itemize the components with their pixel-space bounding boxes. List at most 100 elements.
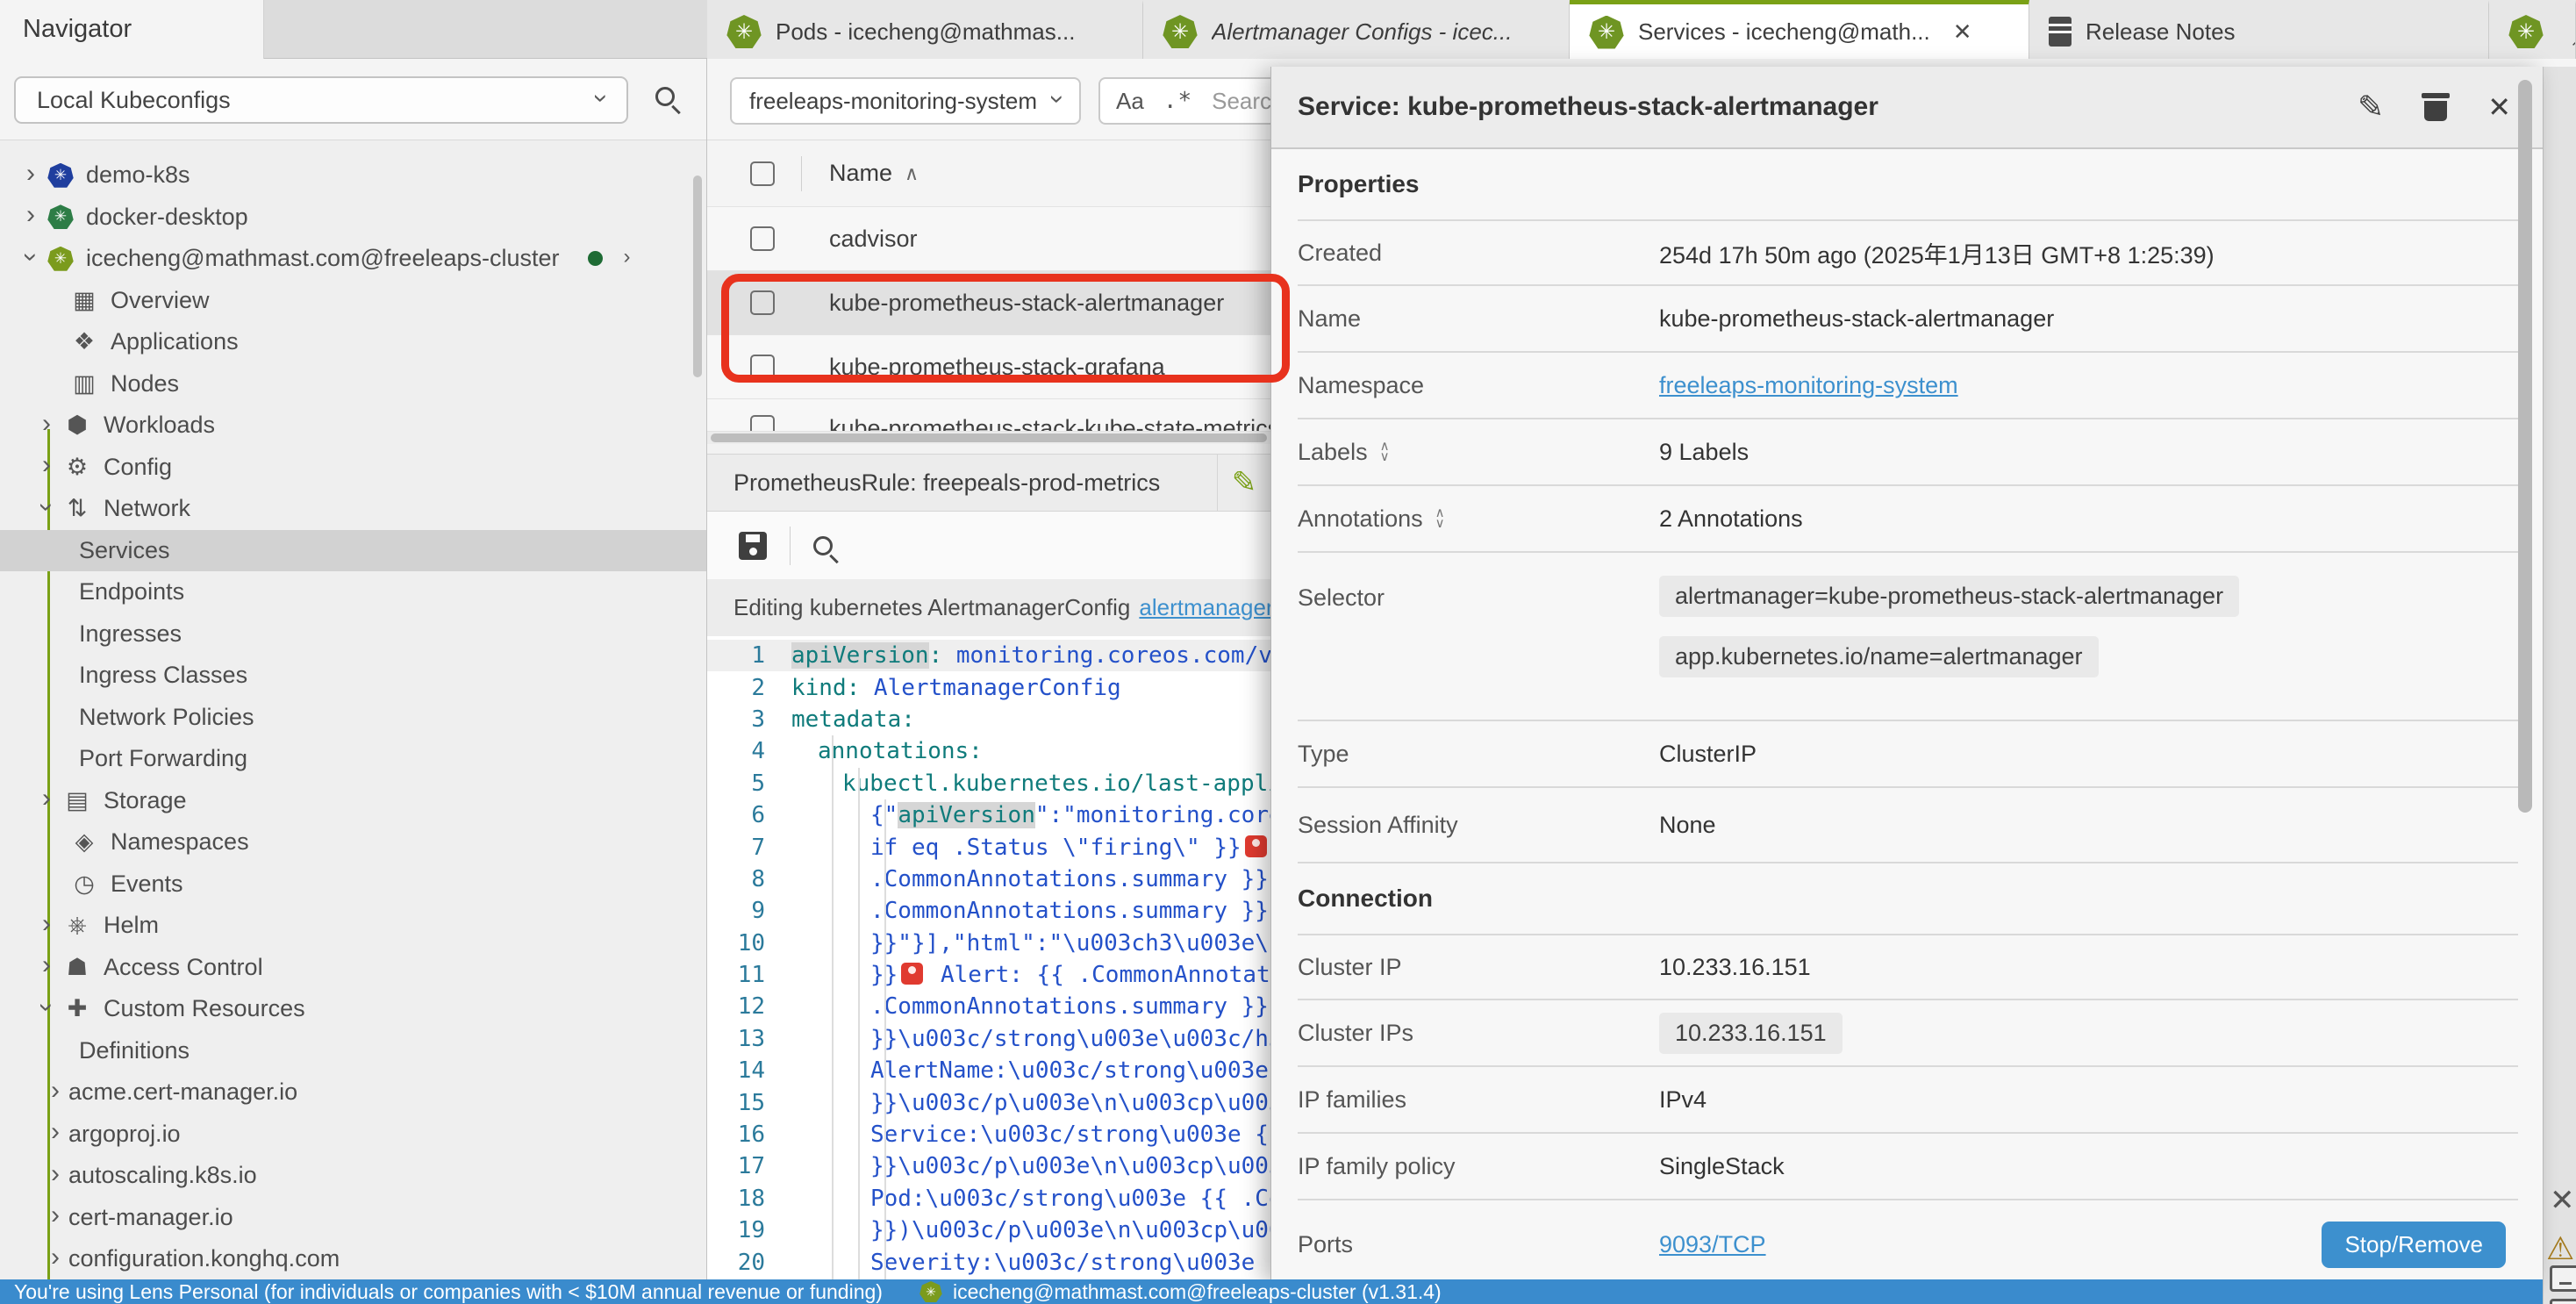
notification-icon[interactable] — [2550, 1299, 2576, 1304]
kubernetes-icon: ✳ — [726, 15, 762, 48]
sidebar-item-access-control[interactable]: ›☗Access Control — [0, 947, 706, 989]
table-horizontal-scrollbar[interactable] — [707, 432, 1270, 444]
sidebar-scrollbar[interactable] — [693, 176, 702, 377]
right-edge-strip — [2543, 67, 2576, 1304]
sidebar-item-cert-manager-io[interactable]: ›cert-manager.io — [0, 1197, 706, 1239]
sidebar-item-ingress-classes[interactable]: Ingress Classes — [0, 655, 706, 697]
chevron-right-icon[interactable]: › — [26, 161, 35, 187]
tab-label: Services - icecheng@math... — [1638, 18, 1930, 46]
sidebar-item-config[interactable]: ›⚙Config — [0, 447, 706, 489]
sidebar-item-overview[interactable]: ▦Overview — [0, 280, 706, 322]
tab-partial[interactable]: ✳／ — [2489, 0, 2576, 59]
sidebar-item-services[interactable]: Services — [0, 530, 706, 572]
cluster-ip-badge: 10.233.16.151 — [1659, 1013, 1843, 1054]
chevron-right-icon[interactable]: › — [42, 411, 51, 437]
line-number: 3 — [707, 706, 791, 733]
sidebar-item-configuration-konghq-com[interactable]: ›configuration.konghq.com — [0, 1238, 706, 1279]
sidebar-item-docker-desktop[interactable]: ›✳docker-desktop — [0, 197, 706, 239]
sidebar-item-label: Workloads — [104, 412, 215, 439]
chevron-right-icon[interactable]: › — [42, 452, 51, 478]
sidebar-item-namespaces[interactable]: ◈Namespaces — [0, 821, 706, 863]
sidebar-item-nodes[interactable]: ▥Nodes — [0, 363, 706, 405]
editor-search-icon[interactable] — [813, 536, 833, 555]
expand-toggle-icon[interactable]: ∧∨ — [1435, 508, 1445, 529]
chevron-right-icon[interactable]: › — [42, 785, 51, 812]
row-checkbox[interactable] — [750, 415, 775, 432]
sidebar-item-network-policies[interactable]: Network Policies — [0, 697, 706, 739]
sidebar-item-argoproj-io[interactable]: › argoproj.io — [0, 1114, 706, 1156]
applications-icon: ❖ — [67, 328, 102, 355]
sidebar-item-events[interactable]: ◷Events — [0, 863, 706, 906]
sidebar-item-definitions[interactable]: Definitions — [0, 1030, 706, 1072]
alert-emoji-icon — [1245, 835, 1267, 857]
chevron-right-icon[interactable]: › — [42, 911, 51, 937]
edit-pencil-icon[interactable]: ✎ — [1218, 465, 1270, 500]
kubeconfig-select-value: Local Kubeconfigs — [37, 87, 231, 114]
sidebar-search-icon[interactable] — [655, 87, 675, 106]
dismiss-icon[interactable]: ✕ — [2550, 1183, 2575, 1218]
name-column-header[interactable]: Name ∧ — [829, 160, 919, 187]
active-cluster-status[interactable]: ✳ icecheng@mathmast.com@freeleaps-cluste… — [919, 1280, 1442, 1304]
tab-pods[interactable]: ✳Pods - icecheng@mathmas... — [707, 0, 1143, 59]
alertmanager-config-link[interactable]: alertmanager — [1139, 594, 1270, 621]
sidebar-item-label: argoproj.io — [68, 1121, 181, 1148]
namespace-link[interactable]: freeleaps-monitoring-system — [1659, 372, 1958, 399]
tab-label: Alertmanager Configs - icec... — [1212, 18, 1512, 46]
chevron-down-icon[interactable]: › — [33, 1003, 60, 1012]
detail-row-type: Type ClusterIP — [1298, 721, 2518, 788]
line-number: 20 — [707, 1250, 791, 1276]
chevron-right-icon[interactable]: › — [51, 1119, 60, 1145]
save-icon[interactable] — [739, 532, 767, 560]
sidebar-item-applications[interactable]: ❖Applications — [0, 321, 706, 363]
sidebar-item-label: Definitions — [79, 1037, 190, 1064]
sidebar-item-port-forwarding[interactable]: Port Forwarding — [0, 738, 706, 780]
select-all-checkbox[interactable] — [750, 161, 775, 186]
close-icon[interactable]: ✕ — [2487, 90, 2511, 124]
sidebar-item-icecheng-mathmast-com-freeleaps-cluster[interactable]: ›✳icecheng@mathmast.com@freeleaps-cluste… — [0, 238, 706, 280]
chevron-right-icon[interactable]: › — [624, 247, 631, 268]
warning-icon[interactable]: ⚠ — [2546, 1230, 2574, 1267]
sidebar-item-label: Events — [111, 871, 183, 898]
close-icon[interactable]: ✕ — [1953, 18, 1972, 46]
chevron-right-icon[interactable]: › — [51, 1202, 60, 1229]
sidebar-item-network[interactable]: ›⇅Network — [0, 488, 706, 530]
chevron-down-icon[interactable]: › — [18, 253, 44, 262]
port-link[interactable]: 9093/TCP — [1659, 1231, 2322, 1258]
line-number: 8 — [707, 866, 791, 892]
sidebar-item-custom-resources[interactable]: ›✚Custom Resources — [0, 988, 706, 1030]
sidebar-item-ingresses[interactable]: Ingresses — [0, 613, 706, 656]
sidebar-item-storage[interactable]: ›▤Storage — [0, 780, 706, 822]
sidebar-item-autoscaling-k8s-io[interactable]: › autoscaling.k8s.io — [0, 1155, 706, 1197]
chevron-right-icon[interactable]: › — [51, 1078, 60, 1104]
tab-alertmanager[interactable]: ✳Alertmanager Configs - icec... — [1143, 0, 1570, 59]
expand-toggle-icon[interactable]: ∧∨ — [1380, 441, 1390, 462]
line-number: 4 — [707, 738, 791, 764]
red-annotation-box — [721, 274, 1290, 383]
document-icon — [2049, 17, 2072, 47]
sidebar-item-workloads[interactable]: ›⬢Workloads — [0, 405, 706, 447]
chevron-right-icon[interactable]: › — [51, 1244, 60, 1271]
sidebar-item-helm[interactable]: ›⎈Helm — [0, 905, 706, 947]
detail-row-namespace: Namespace freeleaps-monitoring-system — [1298, 353, 2518, 419]
license-notice: You're using Lens Personal (for individu… — [14, 1280, 883, 1304]
tab-services[interactable]: ✳Services - icecheng@math...✕ — [1570, 0, 2029, 60]
sidebar-item-acme-cert-manager-io[interactable]: ›acme.cert-manager.io — [0, 1071, 706, 1114]
chevron-right-icon[interactable]: › — [26, 202, 35, 228]
sidebar-item-label: autoscaling.k8s.io — [68, 1162, 257, 1189]
match-case-icon[interactable]: Aa — [1116, 88, 1144, 115]
chevron-right-icon[interactable]: › — [42, 952, 51, 978]
drawer-scrollbar[interactable] — [2518, 80, 2532, 813]
sidebar-item-demo-k8s[interactable]: ›✳demo-k8s — [0, 154, 706, 197]
kubeconfig-select[interactable]: Local Kubeconfigs › — [14, 76, 628, 124]
tab-release[interactable]: Release Notes — [2029, 0, 2489, 59]
regex-icon[interactable]: .* — [1163, 88, 1192, 114]
chevron-down-icon[interactable]: › — [33, 503, 60, 512]
delete-trash-icon[interactable] — [2424, 93, 2447, 121]
notification-icon[interactable] — [2550, 1265, 2576, 1292]
chevron-right-icon[interactable]: › — [51, 1161, 60, 1187]
stop-remove-button[interactable]: Stop/Remove — [2322, 1222, 2506, 1268]
sidebar-item-endpoints[interactable]: Endpoints — [0, 571, 706, 613]
namespace-select[interactable]: freeleaps-monitoring-system › — [730, 77, 1081, 125]
row-checkbox[interactable] — [750, 226, 775, 251]
edit-pencil-icon[interactable]: ✎ — [2358, 89, 2384, 125]
